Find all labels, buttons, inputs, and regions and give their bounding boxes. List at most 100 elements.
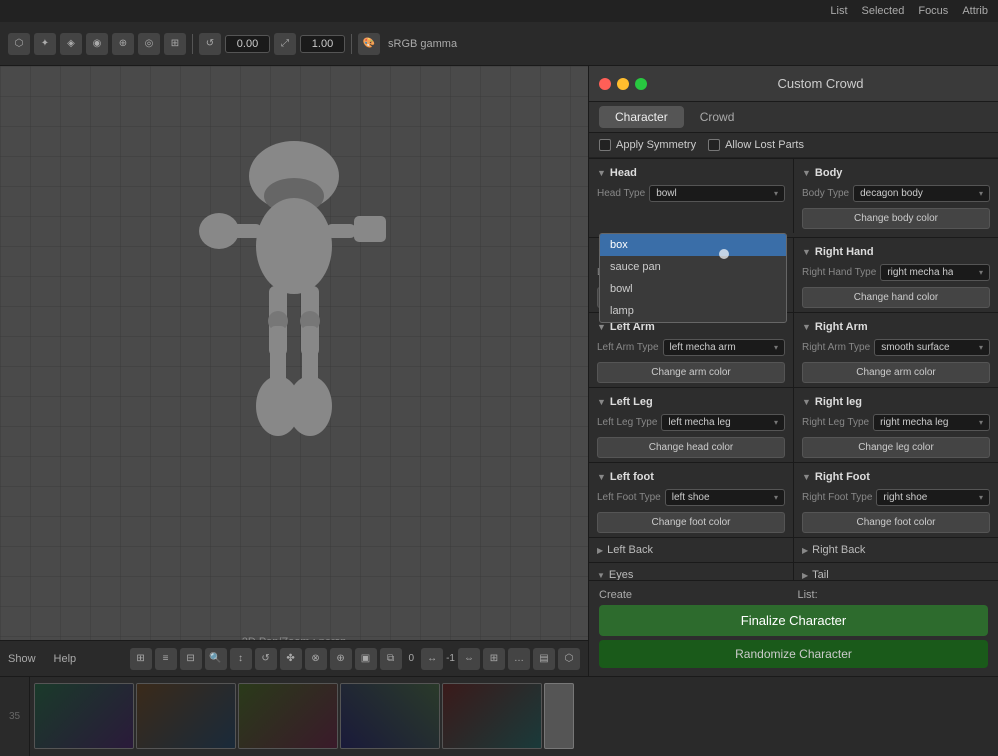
eyes-section[interactable]: ▼ Eyes (589, 563, 793, 580)
view-icon-1[interactable]: ⊞ (130, 648, 152, 670)
nav-focus[interactable]: Focus (918, 5, 948, 17)
maximize-button[interactable] (635, 78, 647, 90)
dropdown-item-box[interactable]: box (600, 234, 786, 256)
head-dropdown[interactable]: box sauce pan bowl lamp (599, 233, 787, 323)
view-icon-8[interactable]: ⊗ (305, 648, 327, 670)
apply-symmetry-checkbox[interactable] (599, 139, 611, 151)
left-foot-arrow: ▼ (597, 472, 606, 482)
toolbar-divider-1 (192, 34, 193, 54)
randomize-character-btn[interactable]: Randomize Character (599, 640, 988, 668)
view-icon-11[interactable]: ⧉ (380, 648, 402, 670)
left-leg-type-select[interactable]: left mecha leg ▾ (661, 414, 785, 431)
left-foot-section: ▼ Left foot Left Foot Type left shoe ▾ C… (589, 463, 793, 537)
timeline-thumb-3[interactable] (238, 683, 338, 749)
view-icon-10[interactable]: ▣ (355, 648, 377, 670)
body-type-row: Body Type decagon body ▾ (802, 183, 990, 206)
dropdown-item-lamp[interactable]: lamp (600, 300, 786, 322)
viewport-help[interactable]: Help (54, 653, 77, 665)
body-section-header: ▼ Body (802, 163, 990, 183)
toolbar-value-1[interactable]: 0.00 (225, 35, 270, 53)
left-foot-type-select[interactable]: left shoe ▾ (665, 489, 785, 506)
viewport[interactable]: 2D Pan/Zoom : persp Show Help ⊞ ≡ ⊟ 🔍 ↕ … (0, 66, 588, 676)
left-arm-type-label: Left Arm Type (597, 342, 659, 353)
panel-content[interactable]: ▼ Head Head Type bowl ▾ ▼ B (589, 158, 998, 580)
right-arm-type-select[interactable]: smooth surface ▾ (874, 339, 990, 356)
finalize-character-btn[interactable]: Finalize Character (599, 605, 988, 636)
left-foot-type-value: left shoe (672, 492, 710, 503)
change-right-foot-color-btn[interactable]: Change foot color (802, 512, 990, 533)
right-panel: Custom Crowd Character Crowd Apply Symme… (588, 66, 998, 676)
toolbar-icon-4[interactable]: ◉ (86, 33, 108, 55)
timeline-thumb-5[interactable] (442, 683, 542, 749)
right-leg-type-select[interactable]: right mecha leg ▾ (873, 414, 990, 431)
change-body-color-btn[interactable]: Change body color (802, 208, 990, 229)
right-hand-type-select[interactable]: right mecha ha ▾ (880, 264, 990, 281)
timeline-thumb-placeholder[interactable] (544, 683, 574, 749)
toolbar-icon-1[interactable]: ⬡ (8, 33, 30, 55)
viewport-show[interactable]: Show (8, 653, 36, 665)
head-type-value: bowl (656, 188, 677, 199)
head-section-header: ▼ Head (597, 163, 785, 183)
view-icon-6[interactable]: ↺ (255, 648, 277, 670)
dropdown-item-saucepan[interactable]: sauce pan (600, 256, 786, 278)
color-mode-label: sRGB gamma (384, 38, 461, 50)
allow-lost-parts-checkbox[interactable] (708, 139, 720, 151)
toolbar-icon-9[interactable]: ⤢ (274, 33, 296, 55)
head-type-select[interactable]: bowl ▾ (649, 185, 785, 202)
tab-character[interactable]: Character (599, 106, 684, 128)
head-arrow: ▼ (597, 168, 606, 178)
left-foot-section-header: ▼ Left foot (597, 467, 785, 487)
nav-attrib[interactable]: Attrib (962, 5, 988, 17)
right-arm-section: ▼ Right Arm Right Arm Type smooth surfac… (793, 313, 998, 387)
right-back-section[interactable]: ▶ Right Back (793, 538, 998, 562)
view-icon-16[interactable]: ▤ (533, 648, 555, 670)
left-arm-type-select[interactable]: left mecha arm ▾ (663, 339, 785, 356)
nav-selected[interactable]: Selected (862, 5, 905, 17)
dropdown-item-bowl[interactable]: bowl (600, 278, 786, 300)
timeline-thumb-4[interactable] (340, 683, 440, 749)
view-icon-3[interactable]: ⊟ (180, 648, 202, 670)
panel-titlebar: Custom Crowd (589, 66, 998, 102)
allow-lost-parts-label: Allow Lost Parts (725, 139, 804, 151)
view-icon-4[interactable]: 🔍 (205, 648, 227, 670)
toolbar-icon-2[interactable]: ✦ (34, 33, 56, 55)
timeline-thumb-1[interactable] (34, 683, 134, 749)
view-icon-14[interactable]: ⊞ (483, 648, 505, 670)
right-foot-arrow: ▼ (802, 472, 811, 482)
nav-list[interactable]: List (830, 5, 847, 17)
toolbar-icon-8[interactable]: ↺ (199, 33, 221, 55)
toolbar-icon-5[interactable]: ⊕ (112, 33, 134, 55)
right-foot-label: Right Foot (815, 471, 870, 483)
view-icon-5[interactable]: ↕ (230, 648, 252, 670)
toolbar-icon-6[interactable]: ◎ (138, 33, 160, 55)
right-foot-type-label: Right Foot Type (802, 492, 872, 503)
tail-section[interactable]: ▶ Tail (793, 563, 998, 580)
change-right-hand-color-btn[interactable]: Change hand color (802, 287, 990, 308)
change-left-arm-color-btn[interactable]: Change arm color (597, 362, 785, 383)
timeline-thumb-2[interactable] (136, 683, 236, 749)
view-icon-15[interactable]: … (508, 648, 530, 670)
tab-crowd[interactable]: Crowd (684, 106, 751, 128)
toolbar-value-2[interactable]: 1.00 (300, 35, 345, 53)
toolbar-icon-3[interactable]: ◈ (60, 33, 82, 55)
body-type-select[interactable]: decagon body ▾ (853, 185, 990, 202)
view-icon-17[interactable]: ⬡ (558, 648, 580, 670)
toolbar-icon-7[interactable]: ⊞ (164, 33, 186, 55)
right-foot-select-arrow: ▾ (979, 493, 983, 502)
change-right-leg-color-btn[interactable]: Change leg color (802, 437, 990, 458)
close-button[interactable] (599, 78, 611, 90)
change-left-foot-color-btn[interactable]: Change foot color (597, 512, 785, 533)
main-area: 2D Pan/Zoom : persp Show Help ⊞ ≡ ⊟ 🔍 ↕ … (0, 66, 998, 676)
back-section-row: ▶ Left Back ▶ Right Back (589, 537, 998, 562)
view-icon-2[interactable]: ≡ (155, 648, 177, 670)
right-foot-type-select[interactable]: right shoe ▾ (876, 489, 990, 506)
change-right-arm-color-btn[interactable]: Change arm color (802, 362, 990, 383)
change-left-leg-color-btn[interactable]: Change head color (597, 437, 785, 458)
view-icon-13[interactable]: ⇔ (458, 648, 480, 670)
toolbar-icon-10[interactable]: 🎨 (358, 33, 380, 55)
view-icon-9[interactable]: ⊕ (330, 648, 352, 670)
left-back-section[interactable]: ▶ Left Back (589, 538, 793, 562)
minimize-button[interactable] (617, 78, 629, 90)
view-icon-7[interactable]: ✤ (280, 648, 302, 670)
view-icon-12[interactable]: ↔ (421, 648, 443, 670)
